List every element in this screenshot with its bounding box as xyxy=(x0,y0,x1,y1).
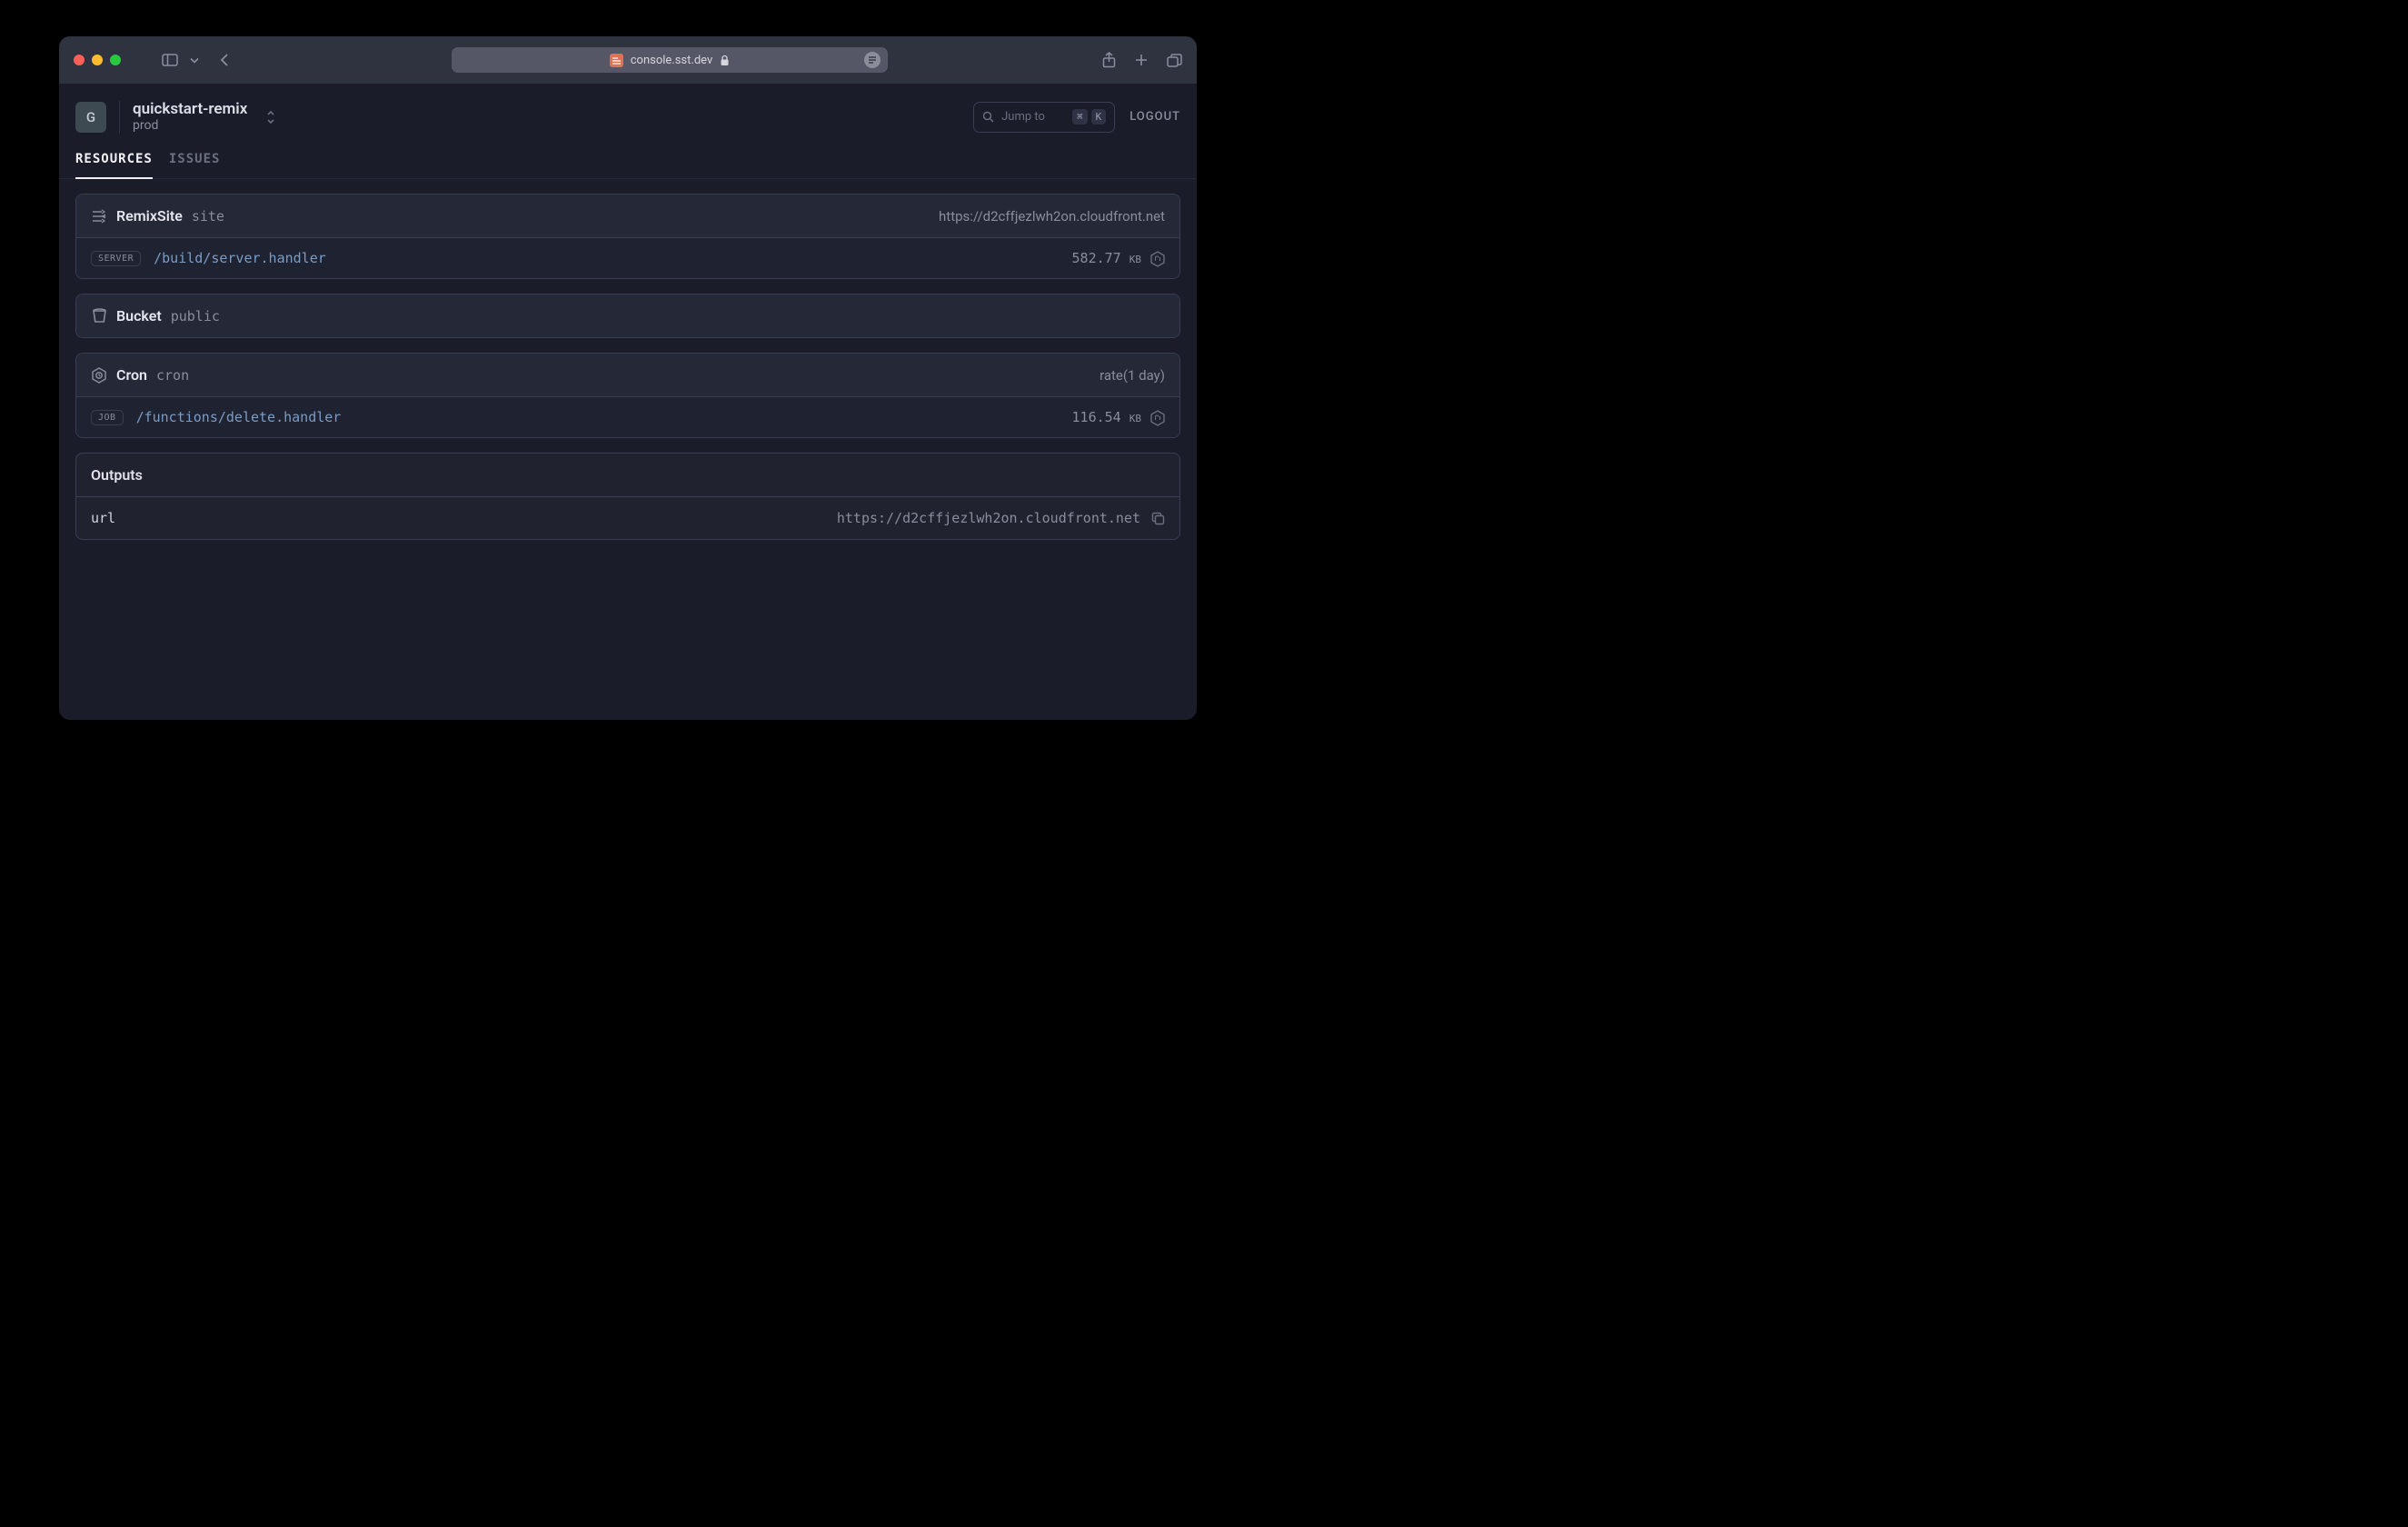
function-row[interactable]: JOB /functions/delete.handler 116.54 KB xyxy=(76,396,1179,437)
maximize-window-button[interactable] xyxy=(110,55,121,65)
resource-name: site xyxy=(192,208,224,225)
function-size: 116.54 KB xyxy=(1072,409,1141,425)
resource-type: Cron xyxy=(116,366,147,384)
browser-window: console.sst.dev G xyxy=(59,36,1197,720)
outputs-heading: Outputs xyxy=(76,454,1179,496)
lock-icon xyxy=(720,55,730,66)
reader-mode-icon[interactable] xyxy=(864,52,881,68)
output-row: url https://d2cffjezlwh2on.cloudfront.ne… xyxy=(76,496,1179,539)
cron-schedule: rate(1 day) xyxy=(1100,367,1165,384)
function-size: 582.77 KB xyxy=(1072,250,1141,266)
function-path: /build/server.handler xyxy=(154,250,326,266)
toolbar-dropdown-icon[interactable] xyxy=(190,57,199,64)
workspace-avatar[interactable]: G xyxy=(75,102,106,133)
resource-name: cron xyxy=(156,367,189,384)
project-switcher-icon[interactable] xyxy=(265,109,276,125)
header-divider xyxy=(119,101,120,134)
resource-card-header[interactable]: Bucket public xyxy=(76,294,1179,337)
resource-type: Bucket xyxy=(116,307,162,324)
function-row[interactable]: SERVER /build/server.handler 582.77 KB xyxy=(76,237,1179,278)
sidebar-toggle-icon[interactable] xyxy=(157,47,183,73)
back-button[interactable] xyxy=(212,47,237,73)
resource-card-cron: Cron cron rate(1 day) JOB /functions/del… xyxy=(75,353,1180,438)
site-icon xyxy=(91,208,107,225)
output-value: https://d2cffjezlwh2on.cloudfront.net xyxy=(837,510,1140,526)
search-icon xyxy=(982,111,994,123)
jump-to-button[interactable]: Jump to ⌘ K xyxy=(973,102,1115,133)
avatar-letter: G xyxy=(86,109,95,125)
minimize-window-button[interactable] xyxy=(92,55,103,65)
address-bar[interactable]: console.sst.dev xyxy=(452,47,888,73)
resource-card-bucket: Bucket public xyxy=(75,294,1180,338)
function-path: /functions/delete.handler xyxy=(136,409,342,425)
outputs-card: Outputs url https://d2cffjezlwh2on.cloud… xyxy=(75,453,1180,540)
copy-icon[interactable] xyxy=(1151,512,1165,525)
new-tab-icon[interactable] xyxy=(1134,53,1149,67)
cron-icon xyxy=(91,367,107,384)
resource-card-header[interactable]: Cron cron rate(1 day) xyxy=(76,354,1179,396)
function-badge: JOB xyxy=(91,410,124,425)
project-selector[interactable]: quickstart-remix prod xyxy=(133,100,247,134)
resources-list: RemixSite site https://d2cffjezlwh2on.cl… xyxy=(59,179,1197,554)
bucket-icon xyxy=(91,308,107,324)
output-key: url xyxy=(91,510,115,526)
app-header: G quickstart-remix prod Jump to ⌘ K xyxy=(59,84,1197,134)
jump-label: Jump to xyxy=(1001,110,1045,124)
kbd-k: K xyxy=(1091,109,1107,125)
browser-toolbar: console.sst.dev xyxy=(59,36,1197,84)
close-window-button[interactable] xyxy=(74,55,85,65)
nodejs-icon xyxy=(1150,251,1165,265)
share-icon[interactable] xyxy=(1102,52,1116,68)
tab-issues[interactable]: ISSUES xyxy=(169,152,221,178)
nodejs-icon xyxy=(1150,410,1165,424)
traffic-lights xyxy=(74,55,121,65)
resource-card-header[interactable]: RemixSite site https://d2cffjezlwh2on.cl… xyxy=(76,195,1179,237)
site-favicon-icon xyxy=(610,54,623,67)
logout-button[interactable]: LOGOUT xyxy=(1129,110,1180,124)
resource-url[interactable]: https://d2cffjezlwh2on.cloudfront.net xyxy=(939,208,1165,225)
resource-card-remixsite: RemixSite site https://d2cffjezlwh2on.cl… xyxy=(75,194,1180,279)
kbd-cmd: ⌘ xyxy=(1072,109,1088,125)
resource-name: public xyxy=(171,308,220,324)
main-tabs: RESOURCES ISSUES xyxy=(59,134,1197,179)
resource-type: RemixSite xyxy=(116,207,183,225)
tab-resources[interactable]: RESOURCES xyxy=(75,152,153,179)
project-name: quickstart-remix xyxy=(133,100,247,118)
project-stage: prod xyxy=(133,118,247,134)
function-badge: SERVER xyxy=(91,251,141,266)
address-text: console.sst.dev xyxy=(631,54,713,67)
tabs-overview-icon[interactable] xyxy=(1167,54,1182,67)
